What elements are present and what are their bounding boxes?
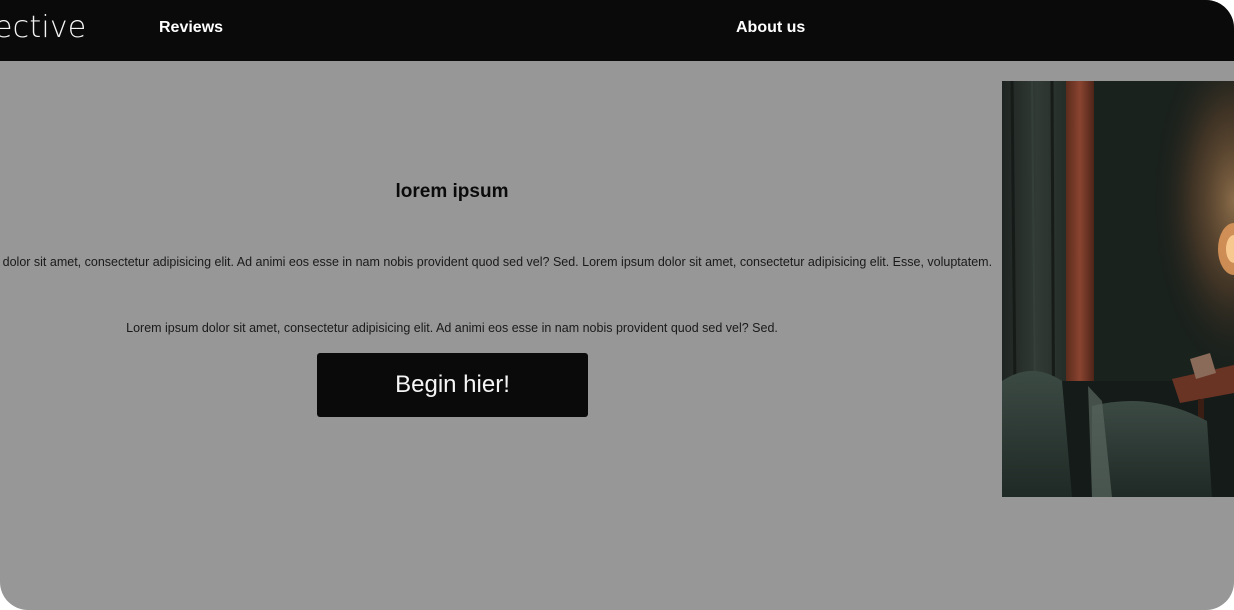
interior-photo-illustration: [1002, 81, 1234, 497]
nav-link-about-us[interactable]: About us: [736, 18, 805, 38]
hero-section: lorem ipsum m ipsum dolor sit amet, cons…: [0, 61, 1000, 610]
hero-paragraph-1: m ipsum dolor sit amet, consectetur adip…: [0, 255, 993, 269]
browser-viewport: ective Reviews About us lorem ipsum m ip…: [0, 0, 1234, 610]
hero-image: [1002, 81, 1234, 497]
begin-button[interactable]: Begin hier!: [317, 353, 588, 417]
navbar: ective Reviews About us: [0, 0, 1234, 61]
nav-link-reviews[interactable]: Reviews: [159, 18, 223, 38]
hero-title: lorem ipsum: [395, 181, 509, 202]
brand-logo[interactable]: ective: [0, 9, 86, 47]
hero-paragraph-2: Lorem ipsum dolor sit amet, consectetur …: [126, 321, 778, 335]
